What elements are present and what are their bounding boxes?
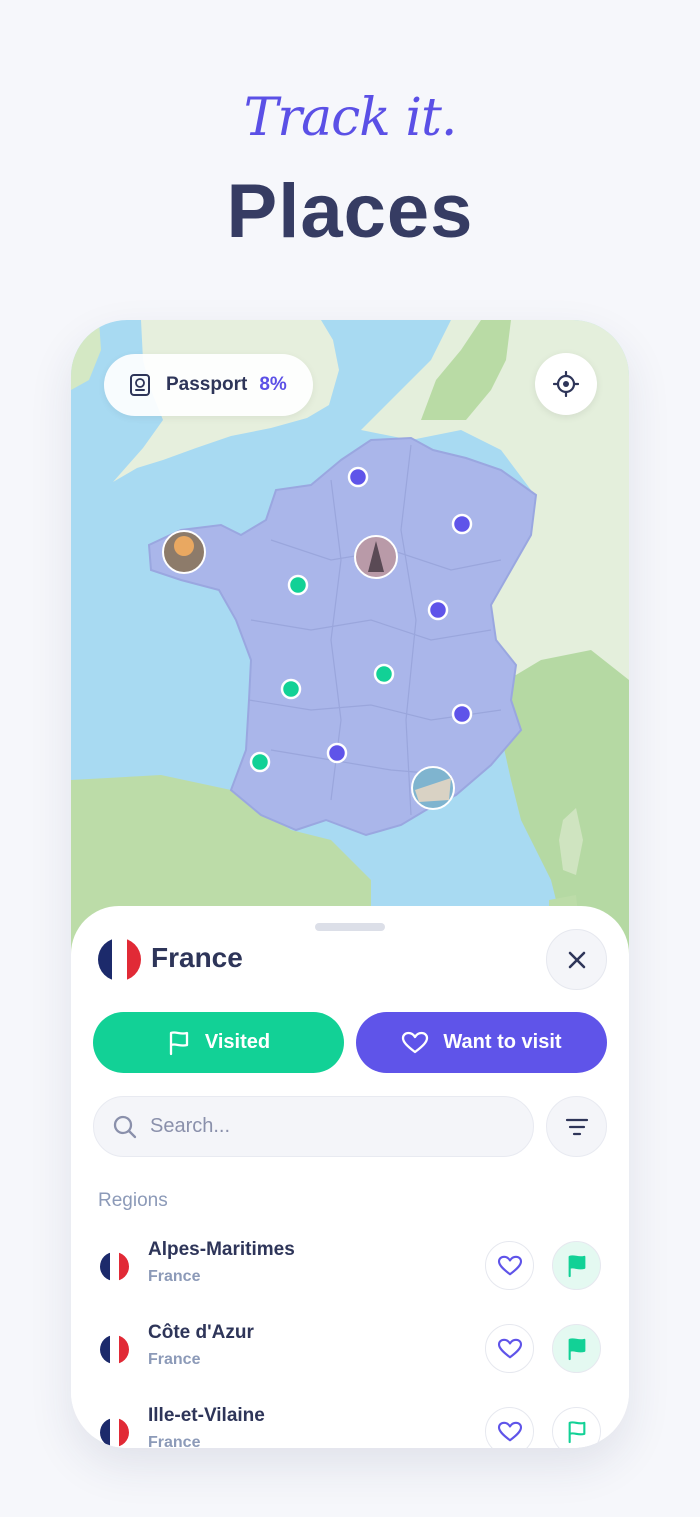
favorite-button[interactable]	[485, 1241, 534, 1290]
regions-section-title: Regions	[98, 1190, 168, 1211]
flag-filled-icon	[568, 1337, 585, 1360]
crosshair-icon	[553, 371, 579, 397]
flag-filled-icon	[568, 1254, 585, 1277]
visited-toggle[interactable]	[552, 1324, 601, 1373]
filter-button[interactable]	[546, 1096, 607, 1157]
region-name: Alpes-Maritimes	[148, 1239, 295, 1260]
map-view[interactable]: Passport 8%	[71, 320, 629, 960]
close-icon	[568, 951, 585, 968]
list-item[interactable]: Ille-et-Vilaine France	[71, 1395, 629, 1448]
region-name: Côte d'Azur	[148, 1322, 254, 1343]
visited-toggle[interactable]	[552, 1407, 601, 1448]
visited-label: Visited	[204, 1031, 271, 1053]
passport-label: Passport	[166, 374, 248, 395]
search-input[interactable]: Search...	[93, 1096, 534, 1157]
favorite-button[interactable]	[485, 1407, 534, 1448]
locate-button[interactable]	[535, 353, 597, 415]
photo-pin-nice	[411, 766, 455, 810]
favorite-button[interactable]	[485, 1324, 534, 1373]
heart-icon	[497, 1255, 522, 1275]
photo-pin-brittany	[162, 530, 206, 574]
region-country: France	[148, 1351, 201, 1368]
region-country: France	[148, 1434, 201, 1448]
heart-icon	[402, 1031, 429, 1053]
passport-percent: 8%	[259, 374, 287, 395]
france-flag-icon	[100, 1335, 129, 1364]
filter-icon	[565, 1118, 588, 1135]
headline: Places	[226, 169, 474, 254]
country-title: France	[151, 942, 243, 973]
heart-icon	[497, 1338, 522, 1358]
visited-toggle[interactable]	[552, 1241, 601, 1290]
map-canvas	[71, 320, 629, 960]
close-button[interactable]	[546, 929, 607, 990]
photo-pin-paris	[354, 535, 398, 579]
country-sheet: France Visited Want to visit Search... R…	[71, 906, 629, 1448]
want-label: Want to visit	[443, 1031, 562, 1053]
want-to-visit-button[interactable]: Want to visit	[356, 1012, 607, 1073]
region-name: Ille-et-Vilaine	[148, 1405, 265, 1426]
france-flag-icon	[100, 1252, 129, 1281]
heart-icon	[497, 1421, 522, 1441]
france-flag-icon	[100, 1418, 129, 1447]
passport-progress-pill[interactable]: Passport 8%	[104, 354, 313, 416]
sheet-drag-handle[interactable]	[315, 923, 385, 931]
region-country: France	[148, 1268, 201, 1285]
visited-button[interactable]: Visited	[93, 1012, 344, 1073]
search-placeholder: Search...	[150, 1115, 231, 1137]
phone-frame: Passport 8% France Visited Want to visit…	[71, 320, 629, 1448]
passport-icon	[130, 374, 150, 396]
search-icon	[113, 1115, 137, 1138]
flag-icon	[568, 1420, 585, 1443]
flag-icon	[169, 1030, 189, 1055]
france-flag-icon	[98, 938, 141, 981]
list-item[interactable]: Alpes-Maritimes France	[71, 1229, 629, 1299]
list-item[interactable]: Côte d'Azur France	[71, 1312, 629, 1382]
tagline: Track it.	[243, 88, 458, 148]
